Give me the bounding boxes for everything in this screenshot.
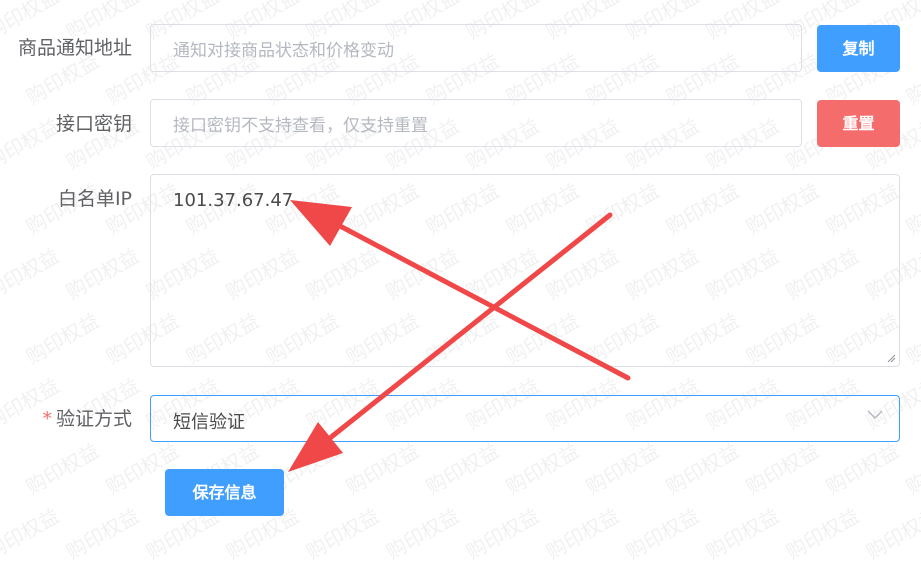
api-secret-placeholder: 接口密钥不支持查看，仅支持重置 [173, 116, 428, 136]
reset-button[interactable]: 重置 [817, 100, 900, 147]
watermark-text: 购印权益 [302, 503, 384, 565]
watermark-text: 购印权益 [662, 438, 744, 500]
watermark-text: 购印权益 [622, 503, 704, 565]
watermark-text: 购印权益 [62, 503, 144, 565]
whitelist-ip-textarea[interactable]: 101.37.67.47 [150, 174, 900, 367]
watermark-text: 购印权益 [62, 243, 144, 305]
watermark-text: 购印权益 [0, 243, 64, 305]
watermark-text: 购印权益 [782, 503, 864, 565]
watermark-text: 购印权益 [462, 503, 544, 565]
watermark-text: 购印权益 [742, 438, 824, 500]
watermark-text: 购印权益 [342, 438, 424, 500]
watermark-text: 购印权益 [902, 438, 921, 500]
notify-url-input[interactable]: 通知对接商品状态和价格变动 [150, 24, 802, 72]
save-button[interactable]: 保存信息 [165, 469, 284, 516]
verify-method-label: * 验证方式 [0, 407, 132, 431]
watermark-text: 购印权益 [902, 308, 921, 370]
copy-button[interactable]: 复制 [817, 25, 900, 72]
watermark-text: 购印权益 [382, 503, 464, 565]
whitelist-ip-label: 白名单IP [57, 188, 132, 210]
watermark-text: 购印权益 [822, 438, 904, 500]
notify-url-label: 商品通知地址 [17, 37, 132, 59]
notify-url-placeholder: 通知对接商品状态和价格变动 [173, 41, 394, 61]
api-secret-label: 接口密钥 [55, 113, 132, 135]
required-mark: * [42, 408, 52, 430]
watermark-text: 购印权益 [902, 48, 921, 110]
watermark-text: 购印权益 [0, 503, 64, 565]
resize-handle-icon[interactable] [886, 353, 896, 363]
watermark-text: 购印权益 [542, 503, 624, 565]
watermark-text: 购印权益 [422, 438, 504, 500]
watermark-text: 购印权益 [702, 503, 784, 565]
verify-method-selected: 短信验证 [173, 412, 245, 433]
watermark-text: 购印权益 [862, 503, 921, 565]
watermark-text: 购印权益 [582, 438, 664, 500]
api-secret-input[interactable]: 接口密钥不支持查看，仅支持重置 [150, 99, 802, 147]
whitelist-ip-value: 101.37.67.47 [173, 190, 294, 211]
watermark-text: 购印权益 [902, 178, 921, 240]
watermark-text: 购印权益 [22, 308, 104, 370]
verify-method-label-text: 验证方式 [55, 408, 132, 430]
watermark-text: 购印权益 [502, 438, 584, 500]
watermark-text: 购印权益 [22, 438, 104, 500]
chevron-down-icon [867, 410, 883, 420]
verify-method-select[interactable]: 短信验证 [150, 395, 900, 442]
